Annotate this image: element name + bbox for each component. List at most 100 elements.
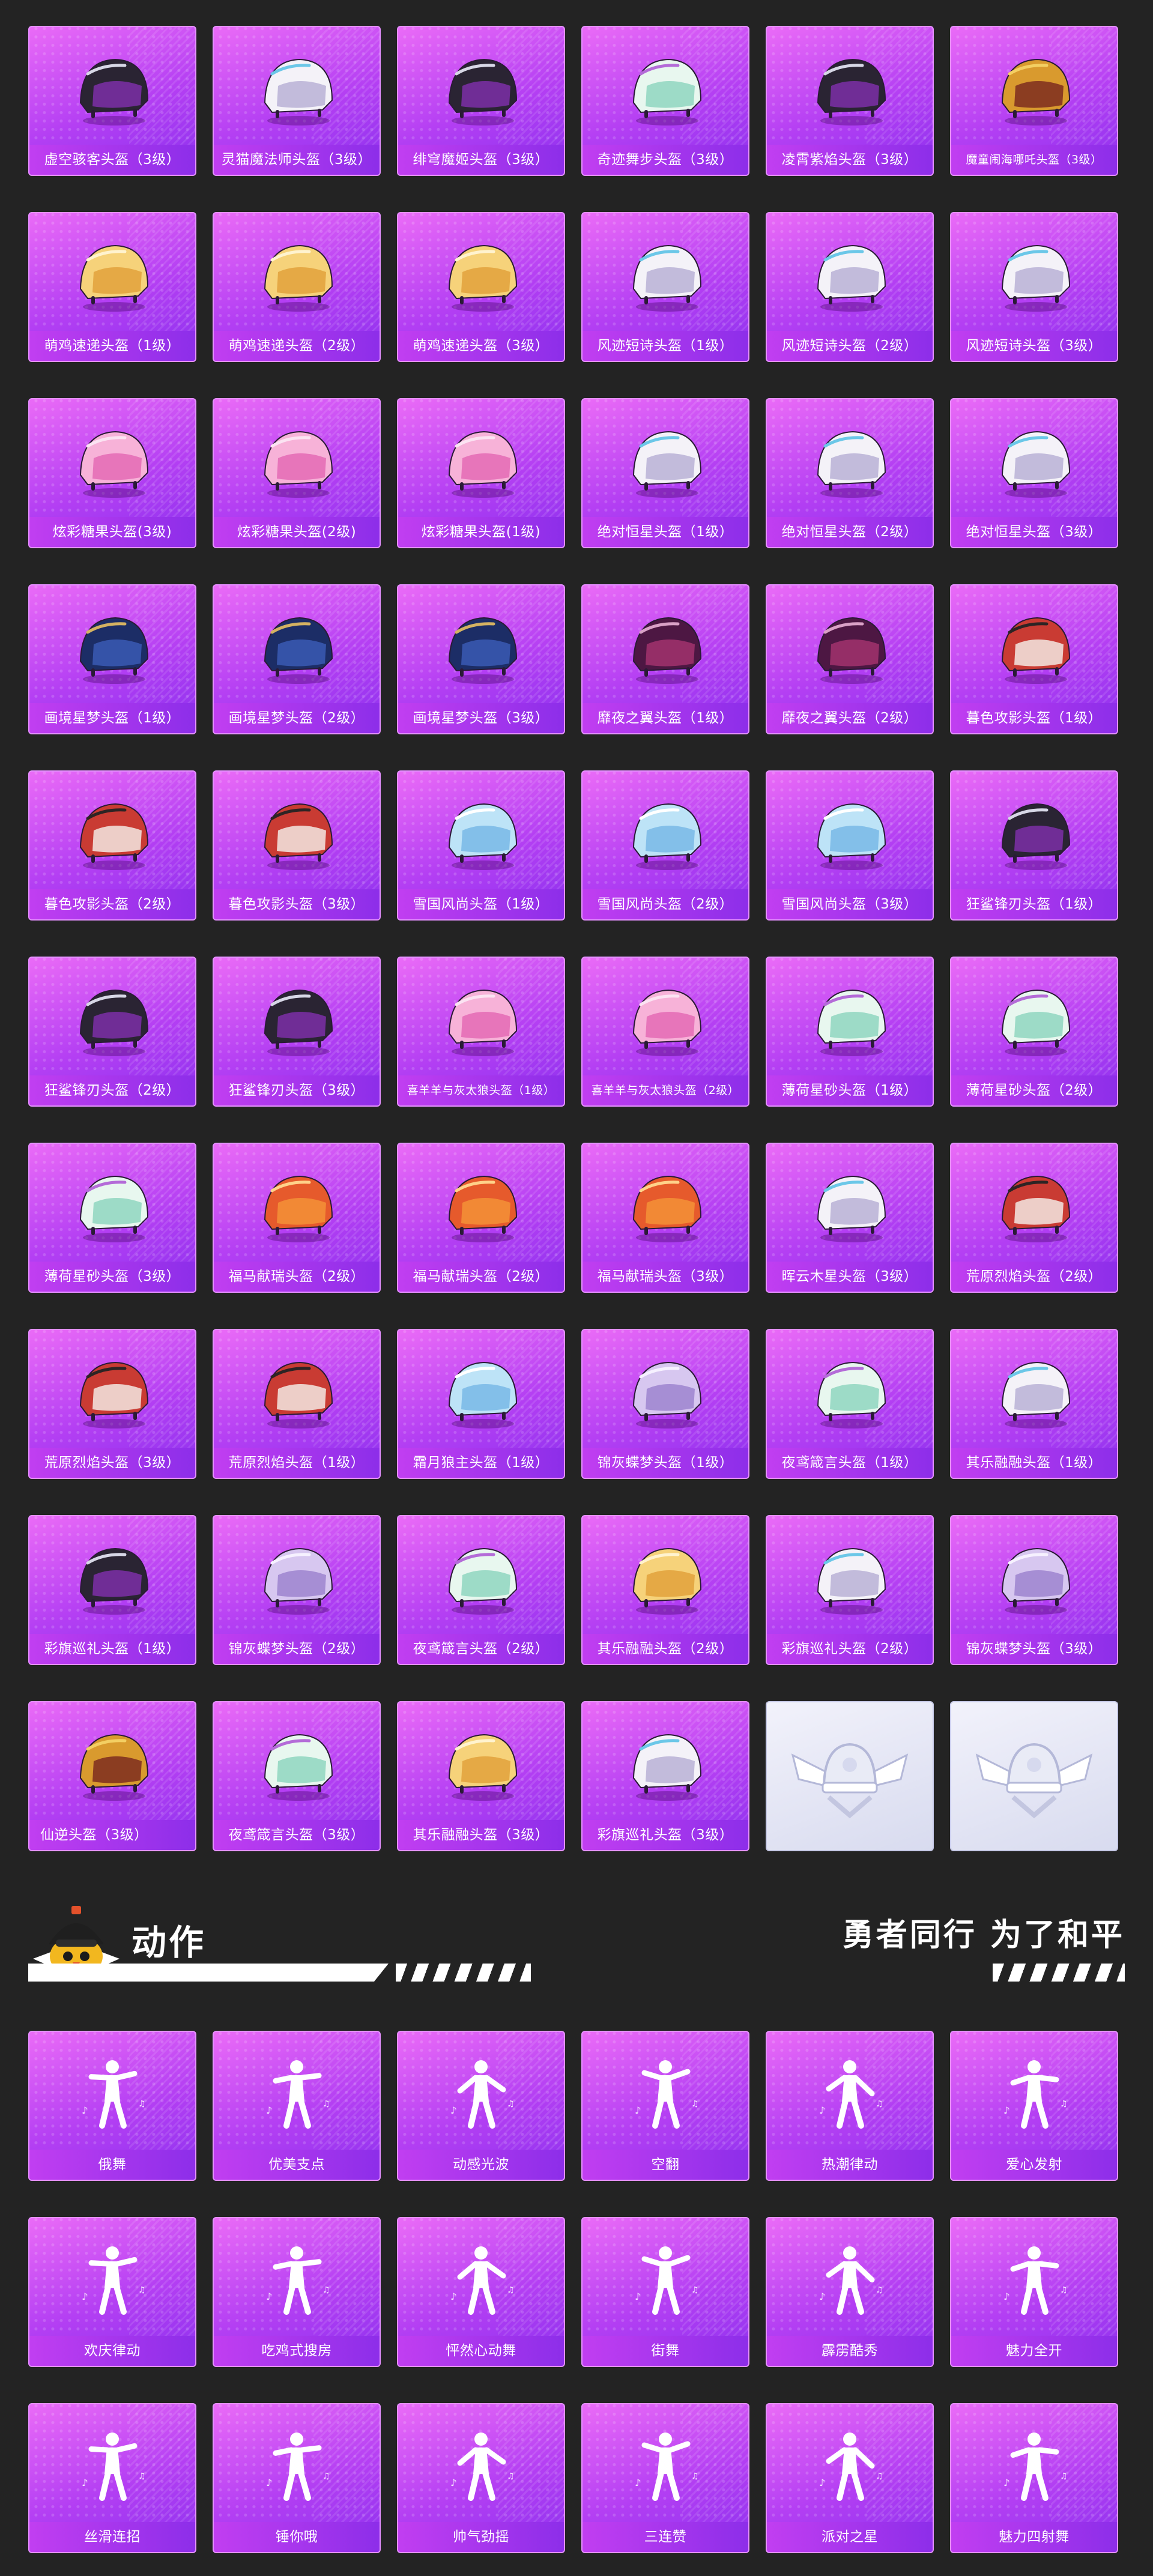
helmet-card[interactable]: 霜月狼主头盔（1级） <box>397 1329 565 1479</box>
helmet-card[interactable]: 狂鲨锋刃头盔（1级） <box>950 770 1118 921</box>
helmet-card[interactable]: 灵猫魔法师头盔（3级） <box>213 26 381 176</box>
helmet-spirit-cat-mage-icon <box>264 59 333 126</box>
emote-card[interactable]: ♪ ♫ 三连赞 <box>581 2403 749 2553</box>
helmet-card[interactable]: 晖云木星头盔（3级） <box>766 1143 934 1293</box>
helmet-card[interactable]: 夜鸢箴言头盔（3级） <box>213 1701 381 1851</box>
emote-name-label: 三连赞 <box>583 2522 748 2552</box>
emote-card[interactable]: ♪ ♫ 街舞 <box>581 2217 749 2367</box>
helmet-card[interactable]: 其乐融融头盔（2级） <box>581 1515 749 1665</box>
helmet-flag-parade-3-icon <box>632 1734 702 1801</box>
helmet-card[interactable]: 虚空骇客头盔（3级） <box>28 26 196 176</box>
helmet-card[interactable]: 锦灰蝶梦头盔（3级） <box>950 1515 1118 1665</box>
emote-card[interactable]: ♪ ♫ 爱心发射 <box>950 2031 1118 2181</box>
helmet-card[interactable]: 锦灰蝶梦头盔（1级） <box>581 1329 749 1479</box>
helmet-card[interactable]: 薄荷星砂头盔（1级） <box>766 957 934 1107</box>
helmet-card[interactable]: 炫彩糖果头盔(1级) <box>397 398 565 548</box>
helmet-card[interactable]: 凌霄紫焰头盔（3级） <box>766 26 934 176</box>
emote-card[interactable]: ♪ ♫ 俄舞 <box>28 2031 196 2181</box>
helmet-card[interactable]: 仙逆头盔（3级） <box>28 1701 196 1851</box>
helmet-card[interactable]: 风迹短诗头盔（3级） <box>950 212 1118 362</box>
helmet-card[interactable]: 暮色攻影头盔（3级） <box>213 770 381 921</box>
helmet-card[interactable]: 靡夜之翼头盔（1级） <box>581 584 749 734</box>
helmet-card[interactable]: 画境星梦头盔（3级） <box>397 584 565 734</box>
helmet-name-label: 炫彩糖果头盔(2级) <box>214 517 380 547</box>
helmet-card[interactable]: 荒原烈焰头盔（1级） <box>213 1329 381 1479</box>
helmet-name-label: 萌鸡速递头盔（2级） <box>214 331 380 361</box>
helmet-name-label: 风迹短诗头盔（2级） <box>767 331 933 361</box>
helmet-joy-1-icon <box>1001 1362 1071 1429</box>
emote-card[interactable]: ♪ ♫ 热潮律动 <box>766 2031 934 2181</box>
helmet-card[interactable]: 魔童闹海哪吒头盔（3级） <box>950 26 1118 176</box>
helmet-card[interactable]: 喜羊羊与灰太狼头盔（1级） <box>397 957 565 1107</box>
helmet-card[interactable]: 绝对恒星头盔（3级） <box>950 398 1118 548</box>
emote-card[interactable]: ♪ ♫ 魅力全开 <box>950 2217 1118 2367</box>
groove-pose-icon: ♪♫ <box>819 2060 883 2129</box>
helmet-card[interactable]: 其乐融融头盔（3级） <box>397 1701 565 1851</box>
helmet-card[interactable]: 画境星梦头盔（1级） <box>28 584 196 734</box>
helmet-card[interactable]: 福马献瑞头盔（3级） <box>581 1143 749 1293</box>
helmet-card[interactable]: 狂鲨锋刃头盔（2级） <box>28 957 196 1107</box>
helmet-shark-blade-2-icon <box>79 990 149 1057</box>
emote-card[interactable]: ♪ ♫ 欢庆律动 <box>28 2217 196 2367</box>
helmet-shark-blade-1-icon <box>1001 803 1071 871</box>
helmet-card[interactable]: 锦灰蝶梦头盔（2级） <box>213 1515 381 1665</box>
emote-card[interactable]: ♪ ♫ 吃鸡式搜房 <box>213 2217 381 2367</box>
helmet-card[interactable]: 暮色攻影头盔（2级） <box>28 770 196 921</box>
emote-name-label: 派对之星 <box>767 2522 933 2552</box>
helmet-card[interactable]: 雪国风尚头盔（2级） <box>581 770 749 921</box>
helmet-card[interactable]: 喜羊羊与灰太狼头盔（2级） <box>581 957 749 1107</box>
helmet-card[interactable]: 风迹短诗头盔（1级） <box>581 212 749 362</box>
helmet-card[interactable]: 画境星梦头盔（2级） <box>213 584 381 734</box>
smooth-combo-pose-icon: ♪♫ <box>82 2432 146 2502</box>
emote-card[interactable]: ♪ ♫ 锤你哦 <box>213 2403 381 2553</box>
helmet-card[interactable]: 彩旗巡礼头盔（3级） <box>581 1701 749 1851</box>
header-hatch-right <box>993 1964 1125 1982</box>
svg-text:♪: ♪ <box>266 2291 272 2302</box>
helmet-card[interactable]: 萌鸡速递头盔（3级） <box>397 212 565 362</box>
helmet-card[interactable]: 其乐融融头盔（1级） <box>950 1329 1118 1479</box>
helmet-name-label: 灵猫魔法师头盔（3级） <box>214 145 380 175</box>
helmet-night-wing-1-icon <box>632 617 702 685</box>
helmet-card[interactable]: 荒原烈焰头盔（3级） <box>28 1329 196 1479</box>
helmet-card[interactable]: 风迹短诗头盔（2级） <box>766 212 934 362</box>
svg-text:♪: ♪ <box>635 2291 641 2302</box>
emote-card[interactable]: ♪ ♫ 空翻 <box>581 2031 749 2181</box>
helmet-card[interactable]: 薄荷星砂头盔（2级） <box>950 957 1118 1107</box>
helmet-card[interactable]: 绯穹魔姬头盔（3级） <box>397 26 565 176</box>
emote-card[interactable]: ♪ ♫ 丝滑连招 <box>28 2403 196 2553</box>
helmet-name-label: 绝对恒星头盔（3级） <box>951 517 1117 547</box>
helmet-card[interactable]: 荒原烈焰头盔（2级） <box>950 1143 1118 1293</box>
emote-card[interactable]: ♪ ♫ 派对之星 <box>766 2403 934 2553</box>
helmet-card[interactable]: 薄荷星砂头盔（3级） <box>28 1143 196 1293</box>
helmet-butterfly-2-icon <box>264 1548 333 1615</box>
helmet-wind-poem-1-icon <box>632 245 702 312</box>
emote-card[interactable]: ♪ ♫ 动感光波 <box>397 2031 565 2181</box>
search-house-pose-icon: ♪♫ <box>266 2246 330 2315</box>
emote-card[interactable]: ♪ ♫ 霹雳酷秀 <box>766 2217 934 2367</box>
helmet-card[interactable]: 狂鲨锋刃头盔（3级） <box>213 957 381 1107</box>
emote-card[interactable]: ♪ ♫ 优美支点 <box>213 2031 381 2181</box>
helmet-candy-1-icon <box>448 431 518 498</box>
svg-text:♪: ♪ <box>819 2291 825 2302</box>
emote-card[interactable]: ♪ ♫ 帅气劲摇 <box>397 2403 565 2553</box>
helmet-card[interactable]: 彩旗巡礼头盔（1级） <box>28 1515 196 1665</box>
helmet-card[interactable]: 福马献瑞头盔（2级） <box>213 1143 381 1293</box>
helmet-card[interactable]: 夜鸢箴言头盔（2级） <box>397 1515 565 1665</box>
helmet-card[interactable]: 暮色攻影头盔（1级） <box>950 584 1118 734</box>
helmet-card[interactable]: 彩旗巡礼头盔（2级） <box>766 1515 934 1665</box>
helmet-card[interactable]: 奇迹舞步头盔（3级） <box>581 26 749 176</box>
emote-card[interactable]: ♪ ♫ 魅力四射舞 <box>950 2403 1118 2553</box>
helmet-card[interactable]: 雪国风尚头盔（3级） <box>766 770 934 921</box>
helmet-card[interactable]: 福马献瑞头盔（2级） <box>397 1143 565 1293</box>
emote-card[interactable]: ♪ ♫ 怦然心动舞 <box>397 2217 565 2367</box>
svg-text:♪: ♪ <box>450 2105 456 2116</box>
helmet-card[interactable]: 夜鸢箴言头盔（1级） <box>766 1329 934 1479</box>
helmet-card[interactable]: 炫彩糖果头盔(2级) <box>213 398 381 548</box>
helmet-card[interactable]: 萌鸡速递头盔（2级） <box>213 212 381 362</box>
helmet-card[interactable]: 靡夜之翼头盔（2级） <box>766 584 934 734</box>
helmet-card[interactable]: 雪国风尚头盔（1级） <box>397 770 565 921</box>
helmet-card[interactable]: 萌鸡速递头盔（1级） <box>28 212 196 362</box>
helmet-card[interactable]: 绝对恒星头盔（2级） <box>766 398 934 548</box>
helmet-card[interactable]: 绝对恒星头盔（1级） <box>581 398 749 548</box>
helmet-card[interactable]: 炫彩糖果头盔(3级) <box>28 398 196 548</box>
